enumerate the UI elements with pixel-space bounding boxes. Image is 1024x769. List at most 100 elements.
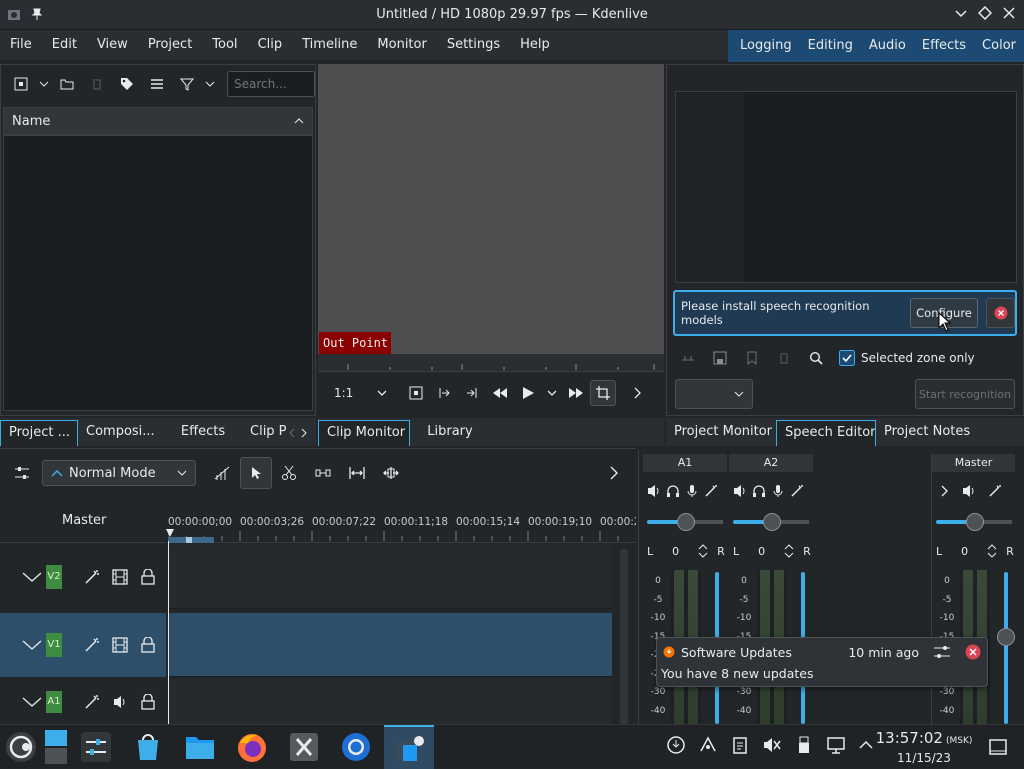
razor-all-tracks-icon[interactable] (206, 459, 238, 487)
slider-handle[interactable] (677, 513, 695, 531)
layout-editing[interactable]: Editing (800, 30, 861, 62)
tag-icon[interactable] (113, 70, 141, 98)
bin-list[interactable] (3, 135, 313, 411)
tab-scroll-left-icon[interactable] (288, 428, 296, 438)
tab-clip-properties[interactable]: Clip P (242, 420, 286, 446)
set-out-point-icon[interactable] (458, 379, 486, 407)
track-header-v2[interactable]: V2 (0, 545, 166, 609)
track-lane-v2[interactable] (168, 545, 612, 609)
gain-value[interactable]: 0 (946, 545, 968, 558)
layout-color[interactable]: Color (974, 30, 1024, 62)
menu-project[interactable]: Project (138, 30, 202, 60)
timeline-ruler[interactable]: 00:00:00;00 00:00:03;26 00:00:07;22 00:0… (166, 515, 636, 543)
play-icon[interactable] (514, 379, 542, 407)
selected-zone-checkbox[interactable]: Selected zone only (839, 350, 975, 366)
insert-icon[interactable] (675, 344, 701, 372)
layout-logging[interactable]: Logging (732, 30, 800, 62)
add-folder-icon[interactable] (53, 70, 81, 98)
master-track-header[interactable]: Master (0, 497, 166, 543)
gain-value[interactable]: 0 (743, 545, 765, 558)
chevron-down-icon[interactable] (37, 70, 51, 98)
update-notification[interactable]: Software Updates 10 min ago You have 8 n… (656, 637, 988, 687)
pan-slider[interactable] (733, 513, 809, 531)
system-settings-icon[interactable] (80, 731, 112, 763)
add-clip-icon[interactable] (7, 70, 35, 98)
volume-fader[interactable] (997, 572, 1015, 724)
file-manager-icon[interactable] (184, 731, 216, 763)
virtual-desktop-pager[interactable] (44, 729, 68, 765)
monitor-ruler[interactable] (318, 354, 664, 372)
sort-up-icon[interactable] (294, 116, 304, 126)
fast-forward-icon[interactable] (562, 379, 590, 407)
tab-speech-editor[interactable]: Speech Editor (776, 420, 876, 446)
rewind-icon[interactable] (486, 379, 514, 407)
delete-icon[interactable] (83, 70, 111, 98)
search-icon[interactable] (803, 344, 829, 372)
maximize-icon[interactable] (978, 6, 992, 20)
edit-mode-select[interactable]: Normal Mode (42, 460, 196, 486)
tab-compositions[interactable]: Composi... (78, 420, 164, 446)
close-icon[interactable] (1002, 6, 1016, 20)
app-launcher-icon[interactable] (4, 730, 38, 764)
tab-project-notes[interactable]: Project Notes (876, 420, 976, 446)
clock[interactable]: 13:57:02 (MSK) 11/15/23 (868, 729, 980, 766)
language-select[interactable] (675, 379, 753, 409)
slider-handle[interactable] (763, 513, 781, 531)
volume-muted-icon[interactable] (762, 735, 782, 755)
usb-device-icon[interactable] (794, 735, 814, 755)
track-header-v1[interactable]: V1 (0, 613, 166, 677)
track-lane-v1[interactable] (168, 613, 612, 677)
razor-tool-icon[interactable] (272, 459, 306, 487)
delete-icon[interactable] (771, 344, 797, 372)
lock-icon[interactable] (134, 688, 162, 716)
timeline-scrollbar[interactable] (620, 549, 628, 725)
menu-clip[interactable]: Clip (248, 30, 293, 60)
tab-project-monitor[interactable]: Project Monitor (666, 420, 776, 446)
fader-handle[interactable] (997, 628, 1015, 646)
chevron-down-icon[interactable] (203, 70, 217, 98)
save-icon[interactable] (707, 344, 733, 372)
monitor-video-area[interactable] (318, 64, 664, 354)
menu-timeline[interactable]: Timeline (292, 30, 367, 60)
playhead-line[interactable] (168, 541, 169, 725)
track-effects-icon[interactable] (78, 688, 106, 716)
spacer-tool-icon[interactable] (306, 459, 340, 487)
zoom-label[interactable]: 1:1 (318, 386, 358, 400)
track-header-a1[interactable]: A1 (0, 679, 166, 725)
bin-search-input[interactable] (227, 71, 315, 97)
menu-file[interactable]: File (0, 30, 42, 60)
gain-value[interactable]: 0 (657, 545, 679, 558)
network-wired-icon[interactable] (826, 735, 846, 755)
menu-monitor[interactable]: Monitor (367, 30, 436, 60)
timeline-settings-icon[interactable] (8, 459, 36, 487)
selection-tool-icon[interactable] (240, 457, 272, 489)
pan-slider[interactable] (936, 513, 1012, 531)
crop-icon[interactable] (590, 380, 616, 406)
chromium-icon[interactable] (340, 731, 372, 763)
layout-audio[interactable]: Audio (861, 30, 914, 62)
menu-edit[interactable]: Edit (42, 30, 87, 60)
menu-view[interactable]: View (87, 30, 138, 60)
film-strip-icon[interactable] (106, 631, 134, 659)
chevron-right-icon[interactable] (624, 379, 652, 407)
speaker-icon[interactable] (106, 688, 134, 716)
layout-effects[interactable]: Effects (914, 30, 974, 62)
dismiss-banner-button[interactable] (986, 298, 1015, 328)
lock-icon[interactable] (134, 563, 162, 591)
menu-help[interactable]: Help (510, 30, 560, 60)
pan-slider[interactable] (647, 513, 723, 531)
film-strip-icon[interactable] (106, 563, 134, 591)
minimize-icon[interactable] (954, 6, 968, 20)
clipboard-icon[interactable] (730, 735, 750, 755)
fit-zone-icon[interactable] (402, 379, 430, 407)
slip-tool-icon[interactable] (374, 459, 408, 487)
menu-settings[interactable]: Settings (437, 30, 510, 60)
track-effects-icon[interactable] (78, 563, 106, 591)
chevron-down-icon[interactable] (368, 379, 396, 407)
bin-column-header[interactable]: Name (3, 107, 313, 135)
track-effects-icon[interactable] (78, 631, 106, 659)
tab-effects[interactable]: Effects (164, 420, 242, 446)
ripple-tool-icon[interactable] (340, 459, 374, 487)
filter-icon[interactable] (173, 70, 201, 98)
kdenlive-task-button[interactable] (384, 725, 434, 769)
